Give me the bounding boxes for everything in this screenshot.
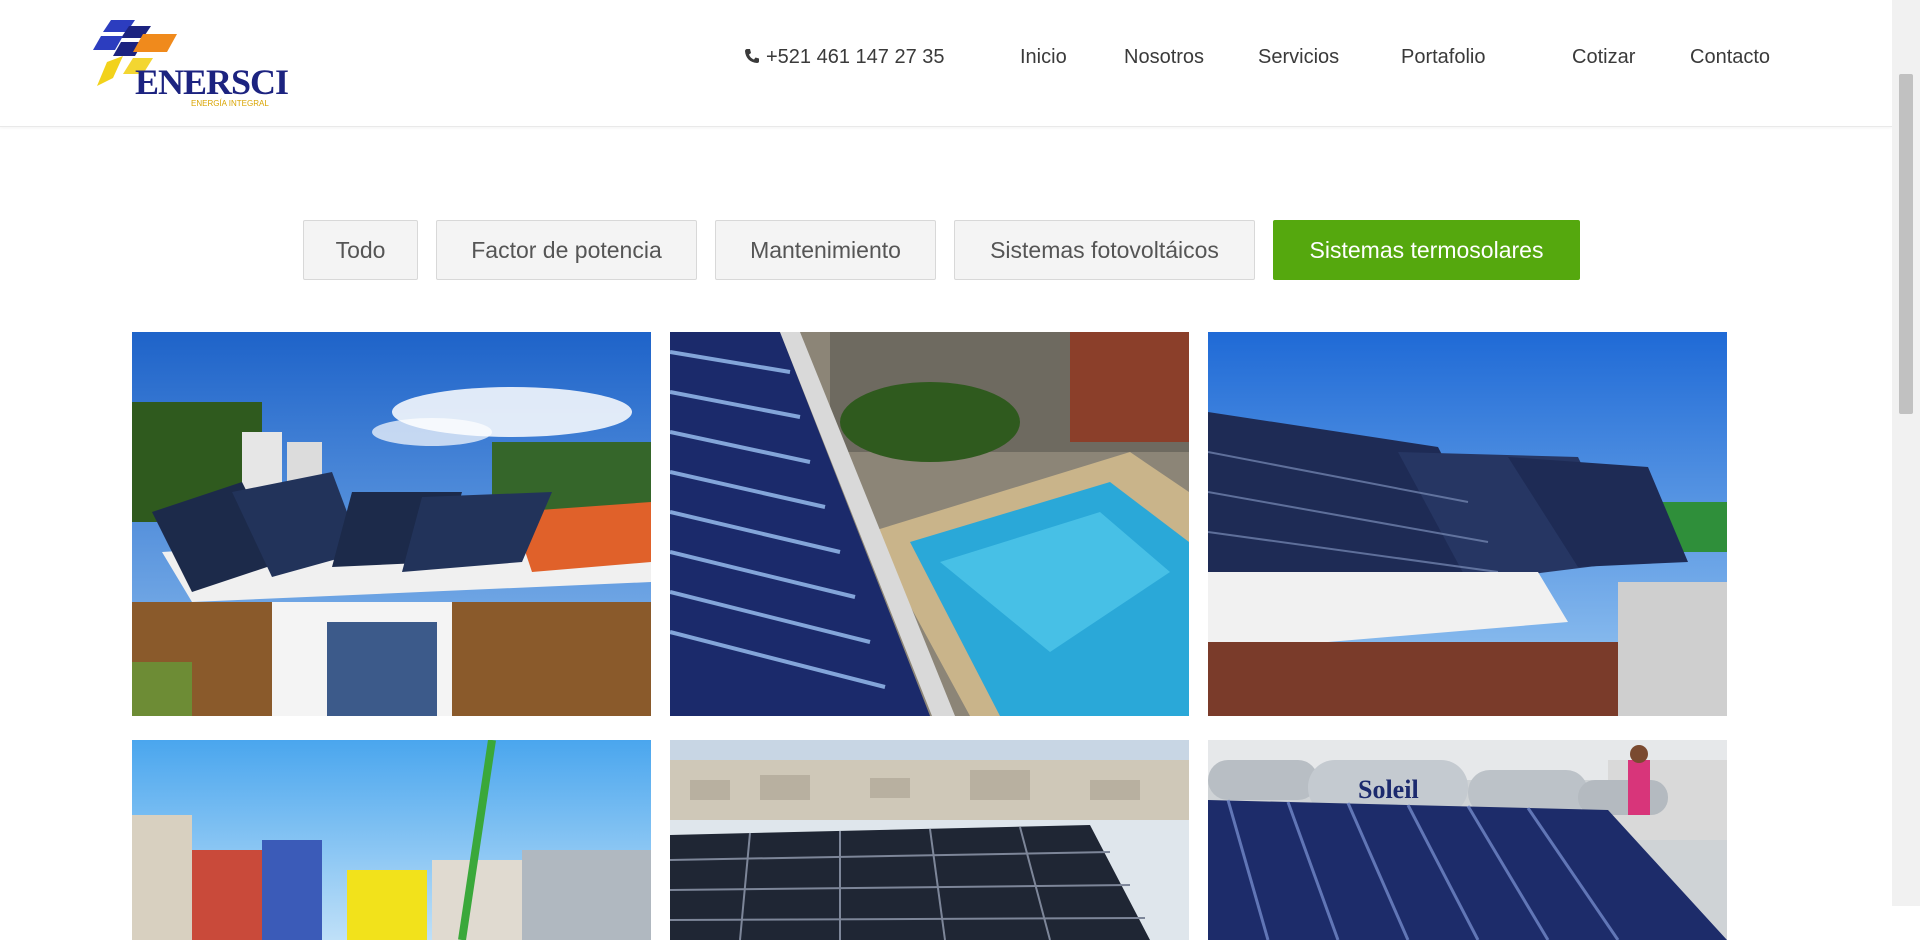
- nav-phone[interactable]: +521 461 147 27 35: [744, 46, 945, 69]
- gallery-tile[interactable]: [670, 332, 1189, 716]
- gallery-tile[interactable]: [1208, 332, 1727, 716]
- nav-item-portafolio[interactable]: Portafolio: [1401, 46, 1486, 69]
- filter-sistemas-termosolares[interactable]: Sistemas termosolares: [1273, 220, 1580, 280]
- nav-item-servicios[interactable]: Servicios: [1258, 46, 1339, 69]
- phone-icon: [744, 47, 760, 63]
- rooftop-solar-water-heaters-icon: [132, 332, 651, 716]
- nav-item-inicio[interactable]: Inicio: [1020, 46, 1067, 69]
- filter-mantenimiento[interactable]: Mantenimiento: [715, 220, 936, 280]
- soleil-brand-label: Soleil: [1358, 775, 1419, 804]
- photovoltaic-panels-icon: [670, 740, 1189, 940]
- scrollbar-thumb[interactable]: [1899, 74, 1913, 414]
- street-scene-icon: [132, 740, 651, 940]
- nav-item-nosotros[interactable]: Nosotros: [1124, 46, 1204, 69]
- nav-phone-label: +521 461 147 27 35: [766, 46, 945, 68]
- nav-item-cotizar[interactable]: Cotizar: [1572, 46, 1635, 69]
- gallery-tile[interactable]: [132, 332, 651, 716]
- logo-wordmark: ENERSCI: [135, 62, 288, 102]
- gallery-tile[interactable]: [132, 740, 651, 940]
- page-scrollbar[interactable]: [1892, 0, 1920, 906]
- filter-factor-de-potencia[interactable]: Factor de potencia: [436, 220, 697, 280]
- solar-tubes-pool-icon: [670, 332, 1189, 716]
- gallery-tile[interactable]: Soleil: [1208, 740, 1727, 940]
- site-header: ENERSCI ENERGÍA INTEGRAL +521 461 147 27…: [0, 0, 1892, 127]
- enersci-logo[interactable]: ENERSCI ENERGÍA INTEGRAL: [93, 18, 293, 110]
- filter-sistemas-fotovoltaicos[interactable]: Sistemas fotovoltáicos: [954, 220, 1255, 280]
- gallery-tile[interactable]: [670, 740, 1189, 940]
- filter-todo[interactable]: Todo: [303, 220, 418, 280]
- nav-item-contacto[interactable]: Contacto: [1690, 46, 1770, 69]
- solar-collector-array-icon: [1208, 332, 1727, 716]
- logo-tagline: ENERGÍA INTEGRAL: [191, 99, 269, 108]
- soleil-water-heaters-icon: Soleil: [1208, 740, 1727, 940]
